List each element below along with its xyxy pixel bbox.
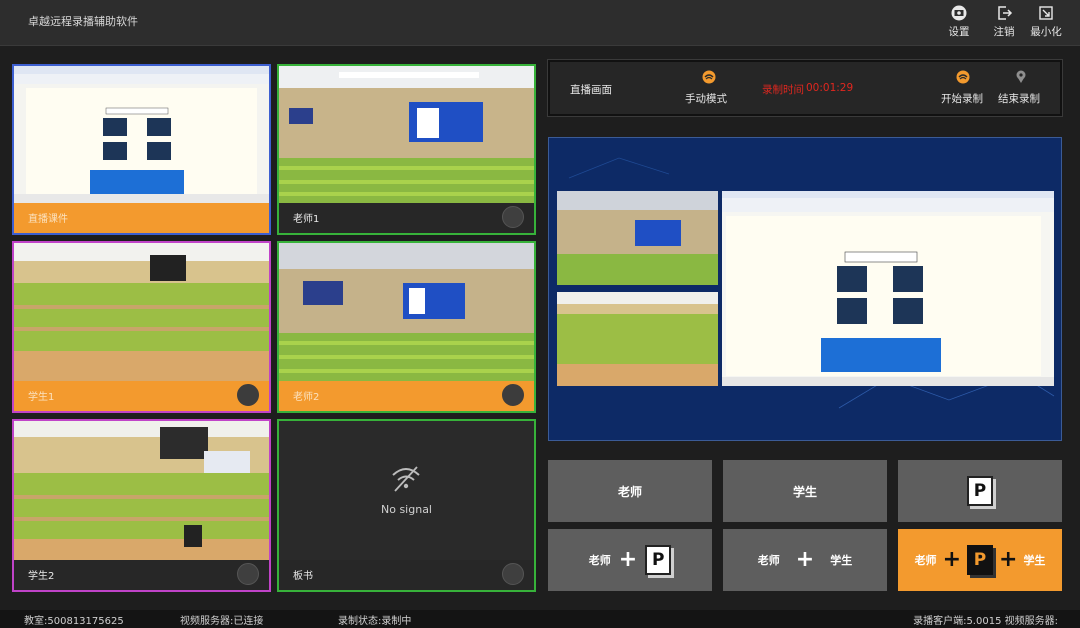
status-video-server: 视频服务器:已连接 [180,616,264,627]
layout-student-button[interactable]: 学生 [723,460,887,522]
tile-label: 直播课件 [28,214,68,225]
start-record-label[interactable]: 开始录制 [941,91,983,106]
document-p-icon: P [967,545,993,575]
tile-label: 学生1 [28,392,55,403]
document-p-icon: P [645,545,672,575]
classroom-camera-feed [279,243,534,381]
no-signal-area: No signal [279,421,534,560]
no-signal-text: No signal [381,503,432,516]
classroom-camera-feed [279,66,534,203]
microphone-icon[interactable] [502,563,524,585]
plus-icon: + [795,547,815,572]
minimize-label: 最小化 [1030,26,1062,38]
microphone-icon[interactable] [502,384,524,406]
logout-button[interactable]: 注销 [984,4,1024,40]
start-record-icon[interactable] [956,70,970,84]
tile-label: 老师2 [293,392,320,403]
settings-label: 设置 [948,26,970,38]
tile-student2[interactable]: 学生2 [12,419,271,592]
tile-teacher1[interactable]: 老师1 [277,64,536,235]
layout-teacher-document-student-button[interactable]: 老师 + P + 学生 [898,529,1062,591]
title-bar: 卓越远程录播辅助软件 设置 注销 最小化 [0,0,1080,46]
layout-label: 学生 [830,554,853,567]
status-record-state: 录制状态:录制中 [338,616,412,627]
layout-label: 老师 [617,484,642,499]
app-title: 卓越远程录播辅助软件 [28,15,138,28]
logout-icon [998,6,1013,20]
minimize-button[interactable]: 最小化 [1026,4,1066,40]
layout-label: 学生 [792,484,817,499]
live-view-label: 直播画面 [570,84,612,96]
tile-teacher2[interactable]: 老师2 [277,241,536,413]
record-time-value: 00:01:29 [806,82,854,94]
classroom-camera-feed [14,243,269,381]
minimize-icon [1039,6,1053,20]
layout-teacher-button[interactable]: 老师 [548,460,712,522]
no-signal-wifi-icon [392,466,420,492]
microphone-icon[interactable] [237,384,259,406]
status-classroom: 教室:500813175625 [24,616,124,627]
preview-canvas [549,138,1061,440]
recording-control-bar: 直播画面 手动模式 录制时间 00:01:29 开始录制 结束录制 [547,59,1063,117]
manual-mode-label[interactable]: 手动模式 [685,91,727,106]
stop-record-label[interactable]: 结束录制 [998,91,1040,106]
classroom-camera-feed [14,421,269,560]
manual-mode-icon[interactable] [702,70,716,84]
tile-student1[interactable]: 学生1 [12,241,271,413]
layout-label: 老师 [588,554,611,567]
status-bar: 教室:500813175625 视频服务器:已连接 录制状态:录制中 录播客户端… [0,610,1080,628]
settings-icon [951,5,967,21]
plus-icon: + [942,547,961,572]
document-p-icon: P [967,476,993,506]
tile-courseware[interactable]: 直播课件 [12,64,271,235]
microphone-icon[interactable] [237,563,259,585]
layout-document-button[interactable]: P [898,460,1062,522]
layout-teacher-document-button[interactable]: 老师 + P [548,529,712,591]
status-client: 录播客户端:5.0015 视频服务器: [913,616,1058,627]
live-preview [548,137,1062,441]
layout-label: 老师 [914,554,937,567]
courseware-preview [14,66,269,203]
settings-button[interactable]: 设置 [939,4,979,40]
layout-label: 老师 [757,554,780,567]
tile-label: 板书 [293,571,313,582]
plus-icon: + [999,547,1018,572]
tile-label: 老师1 [293,214,320,225]
microphone-icon[interactable] [502,206,524,228]
logout-label: 注销 [993,26,1015,38]
layout-teacher-student-button[interactable]: 老师 + 学生 [723,529,887,591]
plus-icon: + [618,547,638,572]
tile-label: 学生2 [28,571,55,582]
stop-record-icon[interactable] [1015,70,1027,84]
layout-label: 学生 [1023,554,1046,567]
tile-blackboard[interactable]: No signal 板书 [277,419,536,592]
record-time-label: 录制时间 [762,84,804,96]
